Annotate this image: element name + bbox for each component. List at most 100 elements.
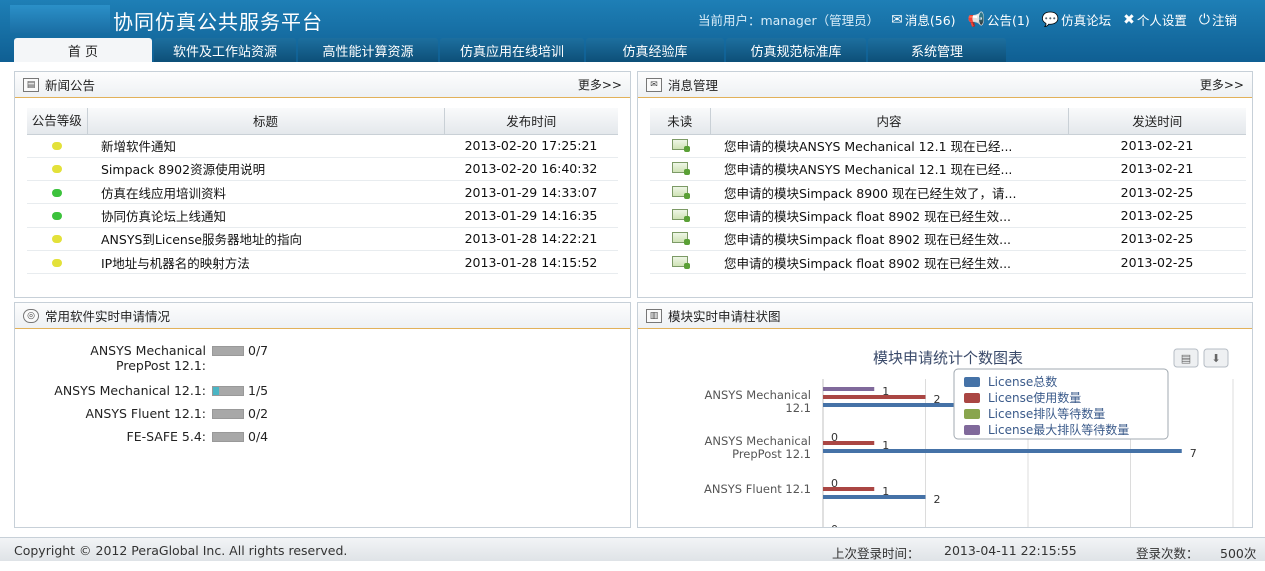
level-dot-icon — [52, 142, 62, 151]
message-row[interactable]: 您申请的模块Simpack float 8902 现在已经生效... 2013-0… — [650, 203, 1246, 228]
messages-panel-header: ✉ 消息管理 更多>> — [638, 72, 1252, 98]
settings-link[interactable]: ✖ 个人设置 — [1123, 10, 1187, 29]
message-row[interactable]: 您申请的模块Simpack float 8902 现在已经生效... 2013-0… — [650, 227, 1246, 251]
software-name: FE-SAFE 5.4: — [126, 429, 206, 444]
messages-col-content: 内容 — [710, 108, 1069, 135]
message-unread-cell — [650, 134, 710, 158]
app-title: 协同仿真公共服务平台 — [113, 10, 323, 34]
usage-value: 0/4 — [248, 429, 269, 444]
news-time-cell: 2013-02-20 16:40:32 — [444, 157, 618, 182]
chart-bar — [823, 495, 926, 499]
chart-bar — [823, 441, 875, 445]
logout-link[interactable]: ⏻ 注销 — [1199, 10, 1237, 29]
news-row[interactable]: 新增软件通知 2013-02-20 17:25:21 — [27, 134, 618, 158]
forum-label: 仿真论坛 — [1061, 13, 1112, 28]
bar-chart-icon: ▥ — [646, 308, 662, 323]
mailbox-icon: ✉ — [646, 77, 662, 92]
news-col-time: 发布时间 — [444, 108, 618, 135]
unread-mail-icon — [672, 162, 690, 176]
usage-value: 0/2 — [248, 406, 269, 421]
message-row[interactable]: 您申请的模块Simpack 8900 现在已经生效了，请... 2013-02-2… — [650, 180, 1246, 205]
messages-panel: ✉ 消息管理 更多>> 未读 内容 发送时间 您申请的模块ANSYS Mecha… — [637, 71, 1253, 298]
news-panel-title: 新闻公告 — [45, 78, 96, 93]
message-row[interactable]: 您申请的模块ANSYS Mechanical 12.1 现在已经... 2013-… — [650, 134, 1246, 158]
news-row[interactable]: ANSYS到License服务器地址的指向 2013-01-28 14:22:21 — [27, 227, 618, 251]
news-title-cell[interactable]: 仿真在线应用培训资料 — [87, 180, 444, 205]
envelope-icon: ✉ — [891, 11, 903, 28]
last-login-time: 2013-04-11 22:15:55 — [944, 543, 1077, 558]
tab-online-training[interactable]: 仿真应用在线培训 — [440, 38, 584, 62]
news-level-cell — [27, 203, 87, 228]
messages-more-link[interactable]: 更多>> — [1200, 76, 1244, 93]
megaphone-icon: 📢 — [967, 11, 985, 28]
software-panel-title: 常用软件实时申请情况 — [45, 309, 171, 324]
tab-experience-library[interactable]: 仿真经验库 — [586, 38, 724, 62]
usage-bar — [212, 432, 244, 442]
news-time-cell: 2013-02-20 17:25:21 — [444, 134, 618, 158]
tab-software-resources[interactable]: 软件及工作站资源 — [154, 38, 296, 62]
software-panel-header: ◎ 常用软件实时申请情况 — [15, 303, 630, 329]
tab-home[interactable]: 首 页 — [14, 38, 152, 62]
message-unread-cell — [650, 250, 710, 275]
news-row[interactable]: 协同仿真论坛上线通知 2013-01-29 14:16:35 — [27, 203, 618, 228]
print-icon: ▤ — [1181, 352, 1191, 365]
news-time-cell: 2013-01-28 14:22:21 — [444, 227, 618, 251]
message-content-cell[interactable]: 您申请的模块Simpack float 8902 现在已经生效... — [710, 203, 1068, 228]
news-col-title: 标题 — [87, 108, 445, 135]
news-title-cell[interactable]: Simpack 8902资源使用说明 — [87, 157, 444, 182]
news-title-cell[interactable]: IP地址与机器名的映射方法 — [87, 250, 444, 275]
message-content-cell[interactable]: 您申请的模块Simpack float 8902 现在已经生效... — [710, 227, 1068, 251]
usage-bar — [212, 346, 244, 356]
chart-title: 模块申请统计个数图表 — [873, 349, 1023, 367]
category-label: ANSYS Fluent 12.1 — [704, 482, 811, 496]
message-content-cell[interactable]: 您申请的模块ANSYS Mechanical 12.1 现在已经... — [710, 134, 1068, 158]
news-time-cell: 2013-01-29 14:16:35 — [444, 203, 618, 228]
power-icon: ⏻ — [1198, 11, 1210, 28]
message-row[interactable]: 您申请的模块ANSYS Mechanical 12.1 现在已经... 2013-… — [650, 157, 1246, 182]
usage-bar — [212, 386, 244, 396]
main-nav: 首 页 软件及工作站资源 高性能计算资源 仿真应用在线培训 仿真经验库 仿真规范… — [14, 38, 1006, 62]
message-row[interactable]: 您申请的模块Simpack float 8902 现在已经生效... 2013-0… — [650, 250, 1246, 275]
legend-swatch — [964, 377, 980, 387]
logout-label: 注销 — [1211, 13, 1237, 28]
tab-system-admin[interactable]: 系统管理 — [868, 38, 1006, 62]
legend-label: License总数 — [988, 374, 1057, 389]
messages-label: 消息(56) — [904, 13, 956, 28]
news-level-cell — [27, 250, 87, 275]
unread-mail-icon — [672, 255, 690, 269]
tab-hpc-resources[interactable]: 高性能计算资源 — [298, 38, 438, 62]
notices-link[interactable]: 📢 公告(1) — [968, 10, 1030, 29]
news-row[interactable]: IP地址与机器名的映射方法 2013-01-28 14:15:52 — [27, 250, 618, 275]
message-time-cell: 2013-02-25 — [1068, 227, 1246, 251]
level-dot-icon — [52, 165, 62, 174]
message-time-cell: 2013-02-25 — [1068, 203, 1246, 228]
news-row[interactable]: Simpack 8902资源使用说明 2013-02-20 16:40:32 — [27, 157, 618, 182]
news-more-link[interactable]: 更多>> — [578, 76, 622, 93]
news-level-cell — [27, 180, 87, 205]
unread-mail-icon — [672, 209, 690, 223]
legend-label: License使用数量 — [988, 390, 1081, 405]
message-content-cell[interactable]: 您申请的模块Simpack float 8902 现在已经生效... — [710, 250, 1068, 275]
news-title-cell[interactable]: 协同仿真论坛上线通知 — [87, 203, 444, 228]
message-content-cell[interactable]: 您申请的模块Simpack 8900 现在已经生效了，请... — [710, 180, 1068, 205]
message-content-cell[interactable]: 您申请的模块ANSYS Mechanical 12.1 现在已经... — [710, 157, 1068, 182]
messages-link[interactable]: ✉ 消息(56) — [891, 10, 955, 29]
software-row: FE-SAFE 5.4: 0/4 — [25, 429, 269, 444]
tab-standards-library[interactable]: 仿真规范标准库 — [726, 38, 866, 62]
legend-swatch — [964, 409, 980, 419]
chat-icon: 💬 — [1041, 11, 1060, 28]
data-label: 7 — [1190, 447, 1197, 460]
news-title-cell[interactable]: 新增软件通知 — [87, 134, 444, 158]
news-level-cell — [27, 227, 87, 251]
legend-swatch — [964, 425, 980, 435]
module-bar-chart: 模块申请统计个数图表▤⬇ANSYS Mechanical12.1125ANSYS… — [704, 348, 1234, 527]
software-row: ANSYS Mechanical PrepPost 12.1: 0/7 — [25, 343, 268, 373]
legend-swatch — [964, 393, 980, 403]
last-login-label: 上次登录时间： — [832, 546, 920, 561]
unread-mail-icon — [672, 232, 690, 246]
news-row[interactable]: 仿真在线应用培训资料 2013-01-29 14:33:07 — [27, 180, 618, 205]
message-time-cell: 2013-02-21 — [1068, 157, 1246, 182]
news-col-level: 公告等级 — [27, 108, 88, 135]
news-title-cell[interactable]: ANSYS到License服务器地址的指向 — [87, 227, 444, 251]
forum-link[interactable]: 💬 仿真论坛 — [1042, 10, 1111, 29]
